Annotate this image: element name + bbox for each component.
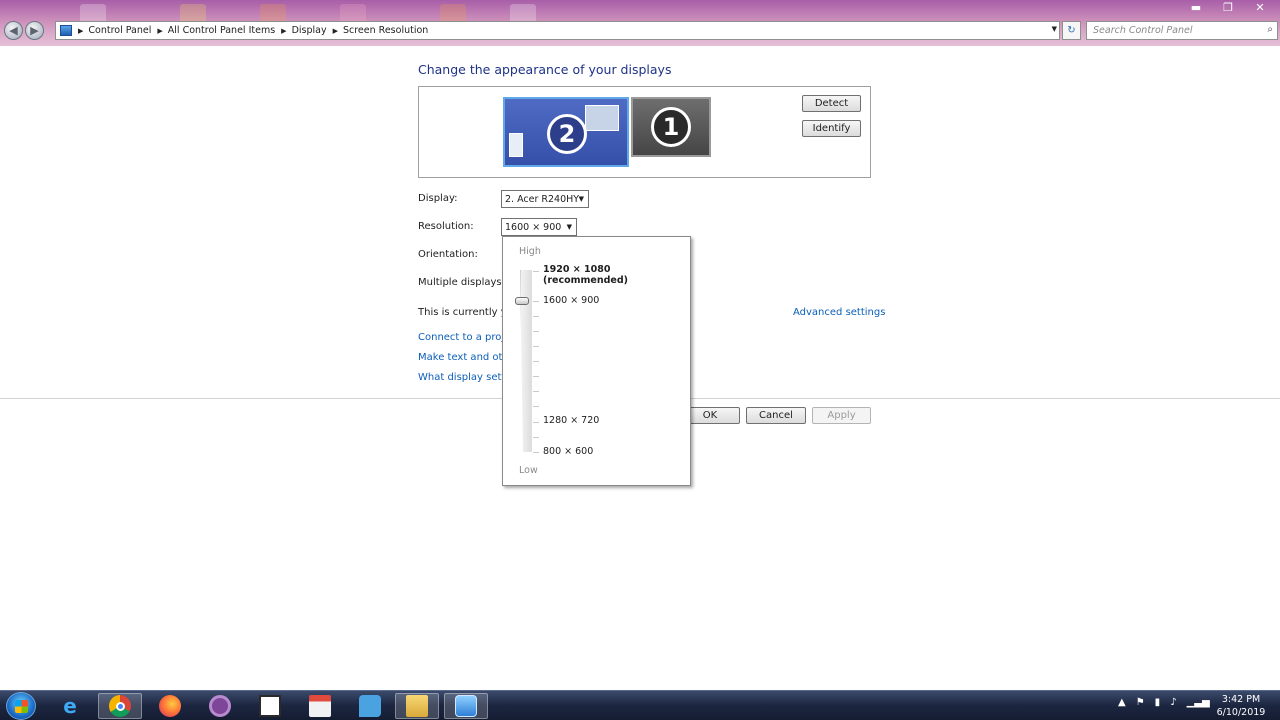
taskbar-notepad[interactable] [248,693,292,719]
breadcrumb-chevron-icon: ▶ [78,26,84,35]
windows-logo-icon [15,700,28,713]
search-icon[interactable]: ⌕ [1267,24,1273,35]
slider-tick [533,361,539,362]
minimize-button[interactable]: ▬ [1182,0,1210,14]
resolution-slider-thumb[interactable] [515,297,529,305]
notepad-icon [259,695,281,717]
slider-tick [533,316,539,317]
taskbar-file-explorer[interactable] [395,693,439,719]
breadcrumb-control-panel[interactable]: Control Panel [88,25,151,36]
forward-arrow-icon: ▶ [30,24,39,37]
chevron-down-icon: ▼ [566,223,572,231]
tor-browser-icon [209,695,231,717]
resolution-label: Resolution: [418,221,474,232]
search-input[interactable]: Search Control Panel ⌕ [1086,21,1278,40]
high-label: High [519,246,541,257]
multiple-displays-label: Multiple displays: [418,277,505,288]
monitor-preview-window [509,133,523,157]
monitor-1-tile[interactable]: 1 [631,97,711,157]
breadcrumb-chevron-icon: ▶ [157,26,163,35]
control-panel-icon [60,25,72,36]
monitor-2-tile[interactable]: 2 [503,97,629,167]
slider-tick [533,346,539,347]
breadcrumb-chevron-icon: ▶ [332,26,338,35]
show-hidden-icons-icon[interactable]: ▲ [1118,697,1126,708]
resolution-select-value: 1600 × 900 [505,221,562,233]
back-arrow-icon: ◀ [9,24,18,37]
power-icon[interactable]: ▮ [1155,697,1161,708]
taskbar-firefox[interactable] [148,693,192,719]
low-label: Low [519,465,538,476]
back-button[interactable]: ◀ [4,21,23,40]
window-controls: ▬ ❐ ✕ [1182,0,1274,14]
calendar-icon [309,695,331,717]
slider-tick [533,271,539,272]
chat-bubble-icon [359,695,381,717]
breadcrumb-all-items[interactable]: All Control Panel Items [168,25,275,36]
address-dropdown-icon[interactable]: ▼ [1052,25,1057,33]
page-title: Change the appearance of your displays [418,62,672,77]
monitor-preview-window [585,105,619,131]
refresh-button[interactable]: ↻ [1062,21,1081,40]
window-titlebar: ▬ ❐ ✕ ◀ ▶ ▶ Control Panel ▶ All Control … [0,0,1280,46]
breadcrumb-chevron-icon: ▶ [281,26,287,35]
advanced-settings-link[interactable]: Advanced settings [793,307,885,318]
internet-explorer-icon: e [63,694,77,718]
resolution-option-1600[interactable]: 1600 × 900 [543,295,599,306]
chrome-icon [109,695,131,717]
resolution-select[interactable]: 1600 × 900 ▼ [501,218,577,236]
refresh-icon: ↻ [1067,25,1076,36]
monitor-2-number: 2 [547,114,587,154]
slider-tick [533,376,539,377]
slider-tick [533,406,539,407]
slider-tick [533,331,539,332]
address-bar[interactable]: ▶ Control Panel ▶ All Control Panel Item… [55,21,1060,40]
network-signal-icon[interactable]: ▁▃▅ [1187,697,1210,708]
taskbar-control-panel[interactable] [444,693,488,719]
slider-tick [533,301,539,302]
orientation-label: Orientation: [418,249,478,260]
forward-button[interactable]: ▶ [25,21,44,40]
apply-button[interactable]: Apply [812,407,871,424]
clock-time: 3:42 PM [1221,694,1261,705]
cancel-button[interactable]: Cancel [746,407,806,424]
display-label: Display: [418,193,458,204]
resolution-option-800[interactable]: 800 × 600 [543,446,593,457]
slider-tick [533,391,539,392]
monitor-arrangement-panel: 2 1 Detect Identify [418,86,871,178]
clock-date: 6/10/2019 [1216,707,1266,718]
resolution-option-1920[interactable]: 1920 × 1080 (recommended) [543,264,690,286]
folder-icon [406,695,428,717]
taskbar-tor[interactable] [198,693,242,719]
control-panel-icon [455,695,477,717]
taskbar-internet-explorer[interactable]: e [48,693,92,719]
taskbar-calendar[interactable] [298,693,342,719]
chevron-down-icon: ▼ [578,195,584,203]
action-center-icon[interactable]: ⚑ [1136,697,1145,708]
display-select-value: 2. Acer R240HY [505,193,580,205]
slider-tick [533,422,539,423]
resolution-option-1280[interactable]: 1280 × 720 [543,415,599,426]
slider-tick [533,452,539,453]
volume-icon[interactable]: ♪ [1170,697,1176,708]
taskbar-clock[interactable]: 3:42 PM 6/10/2019 [1210,693,1272,719]
display-select[interactable]: 2. Acer R240HY ▼ [501,190,589,208]
breadcrumb-screen-resolution[interactable]: Screen Resolution [343,25,428,36]
taskbar-chrome[interactable] [98,693,142,719]
identify-button[interactable]: Identify [802,120,861,137]
monitor-1-number: 1 [651,107,691,147]
taskbar: e ▲ ⚑ ▮ ♪ ▁▃▅ 3:42 PM 6/10/2019 [0,690,1280,720]
start-button[interactable] [6,692,36,720]
search-placeholder: Search Control Panel [1093,25,1193,36]
breadcrumb-display[interactable]: Display [292,25,327,36]
close-button[interactable]: ✕ [1246,0,1274,14]
system-tray: ▲ ⚑ ▮ ♪ ▁▃▅ [1118,697,1210,708]
detect-button[interactable]: Detect [802,95,861,112]
restore-button[interactable]: ❐ [1214,0,1242,14]
firefox-icon [159,695,181,717]
resolution-dropdown-popup: High 1920 × 1080 (recommended) 1600 × 90… [502,236,691,486]
taskbar-messenger[interactable] [348,693,392,719]
slider-tick [533,437,539,438]
